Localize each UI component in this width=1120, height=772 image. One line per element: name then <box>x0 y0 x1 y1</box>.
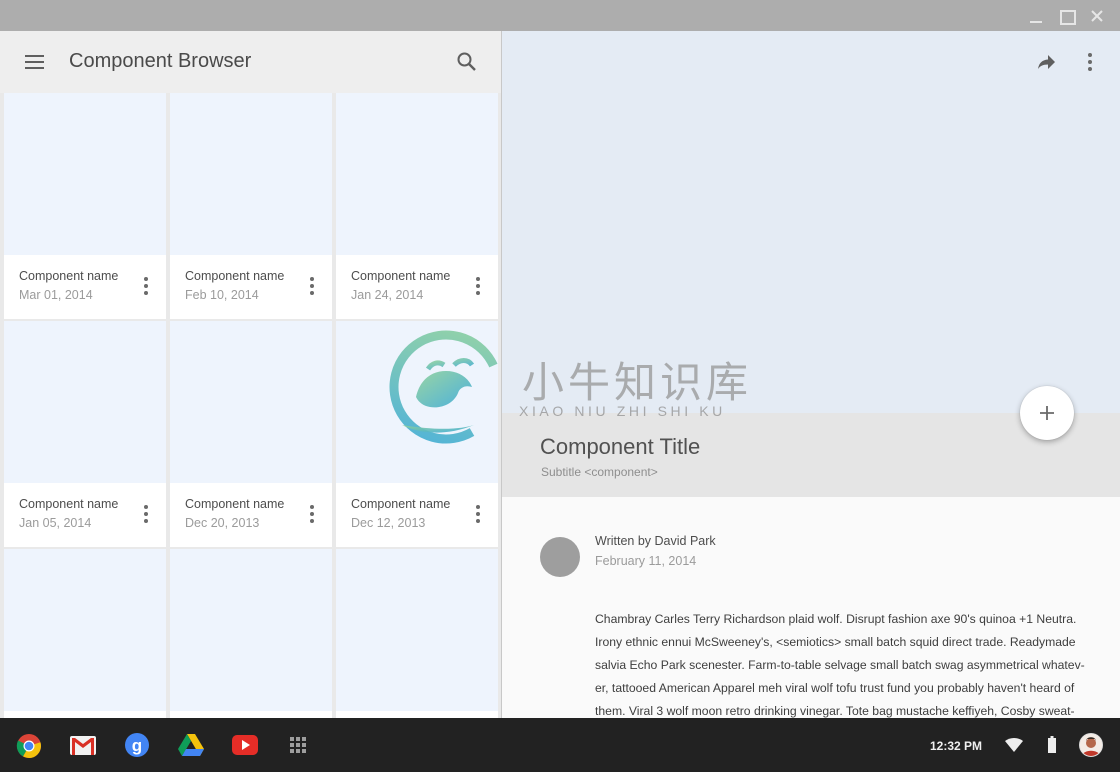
component-card[interactable]: Component name Jan 05, 2014 <box>4 321 166 547</box>
user-avatar[interactable] <box>1079 733 1103 757</box>
chrome-icon[interactable] <box>16 733 42 758</box>
desktop: Component Browser Component name Mar 01,… <box>0 0 1120 772</box>
system-clock[interactable]: 12:32 PM <box>930 739 982 753</box>
more-vert-icon[interactable] <box>308 277 316 295</box>
component-card[interactable] <box>336 549 498 718</box>
article-line: Irony ethnic ennui McSweeney's, <semioti… <box>595 635 1076 649</box>
more-vert-icon[interactable] <box>308 505 316 523</box>
article-line: salvia Echo Park scenester. Farm-to-tabl… <box>595 658 1085 672</box>
svg-text:g: g <box>132 736 142 755</box>
card-name: Component name <box>19 269 119 283</box>
gmail-icon[interactable] <box>70 736 96 760</box>
component-title: Component Title <box>540 434 701 459</box>
more-vert-icon[interactable] <box>1086 53 1094 71</box>
author-avatar <box>540 537 580 577</box>
app-launcher-icon[interactable] <box>290 737 306 753</box>
component-list-pane: Component Browser Component name Mar 01,… <box>0 31 501 718</box>
card-thumbnail <box>4 549 166 711</box>
card-thumbnail <box>4 321 166 483</box>
card-date: Feb 10, 2014 <box>185 288 259 302</box>
card-name: Component name <box>185 497 285 511</box>
plus-icon <box>1040 406 1054 420</box>
google-search-icon[interactable]: g <box>124 732 150 757</box>
card-name: Component name <box>185 269 285 283</box>
hamburger-menu-icon[interactable] <box>25 54 45 70</box>
drive-icon[interactable] <box>178 734 204 758</box>
card-thumbnail <box>336 93 498 255</box>
component-card[interactable] <box>4 549 166 718</box>
wifi-icon[interactable] <box>1005 738 1023 752</box>
card-thumbnail <box>4 93 166 255</box>
more-vert-icon[interactable] <box>142 277 150 295</box>
article-line: Chambray Carles Terry Richardson plaid w… <box>595 612 1077 626</box>
search-icon[interactable] <box>456 51 478 73</box>
card-thumbnail <box>170 321 332 483</box>
article-date: February 11, 2014 <box>595 554 697 568</box>
component-subtitle: Subtitle <component> <box>541 465 658 479</box>
card-date: Dec 12, 2013 <box>351 516 426 530</box>
article-body: Chambray Carles Terry Richardson plaid w… <box>595 608 1100 718</box>
card-name: Component name <box>19 497 119 511</box>
system-shelf: g 12:32 PM <box>0 718 1120 772</box>
card-date: Dec 20, 2013 <box>185 516 260 530</box>
author-name: Written by David Park <box>595 534 716 548</box>
component-card[interactable]: Component name Mar 01, 2014 <box>4 93 166 319</box>
window-title-bar <box>0 0 1120 31</box>
hero-image <box>502 31 1120 413</box>
card-name: Component name <box>351 497 451 511</box>
add-button[interactable] <box>1020 386 1074 440</box>
card-date: Mar 01, 2014 <box>19 288 93 302</box>
component-card[interactable] <box>170 549 332 718</box>
component-detail-pane: Component Title Subtitle <component> Wri… <box>502 31 1120 718</box>
card-thumbnail <box>170 549 332 711</box>
article-line: them. Viral 3 wolf moon retro drinking v… <box>595 704 1075 718</box>
more-vert-icon[interactable] <box>474 277 482 295</box>
card-thumbnail <box>336 549 498 711</box>
article-line: er, tattooed American Apparel meh viral … <box>595 681 1075 695</box>
card-thumbnail <box>336 321 498 483</box>
component-card[interactable]: Component name Dec 20, 2013 <box>170 321 332 547</box>
component-card[interactable]: Component name Feb 10, 2014 <box>170 93 332 319</box>
app-toolbar: Component Browser <box>0 31 501 93</box>
minimize-icon[interactable] <box>1028 8 1044 24</box>
maximize-icon[interactable] <box>1058 8 1076 25</box>
more-vert-icon[interactable] <box>142 505 150 523</box>
card-date: Jan 24, 2014 <box>351 288 424 302</box>
card-name: Component name <box>351 269 451 283</box>
more-vert-icon[interactable] <box>474 505 482 523</box>
battery-icon[interactable] <box>1048 736 1056 753</box>
component-card[interactable]: Component name Jan 24, 2014 <box>336 93 498 319</box>
youtube-icon[interactable] <box>232 735 258 759</box>
app-title: Component Browser <box>69 50 252 72</box>
card-thumbnail <box>170 93 332 255</box>
component-card[interactable]: Component name Dec 12, 2013 <box>336 321 498 547</box>
card-date: Jan 05, 2014 <box>19 516 92 530</box>
share-icon[interactable] <box>1036 52 1058 72</box>
close-icon[interactable] <box>1089 8 1105 24</box>
